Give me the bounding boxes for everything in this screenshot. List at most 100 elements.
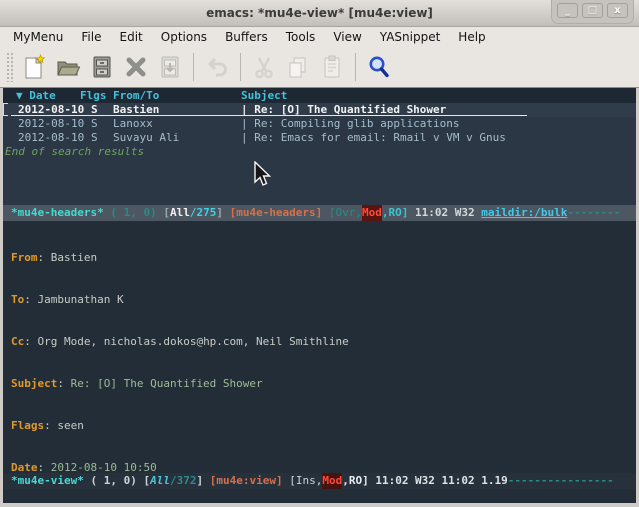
toolbar-separator (355, 53, 356, 81)
menu-item-tools[interactable]: Tools (277, 29, 325, 45)
mouse-pointer-icon (253, 161, 271, 189)
row-from: Lanoxx (113, 117, 241, 131)
modeline-position: ( 1, 0) (84, 473, 144, 489)
row-from: Bastien (113, 103, 241, 117)
copy-button (282, 51, 314, 83)
title-bar[interactable]: emacs: *mu4e-view* [mu4e:view] _ □ x (0, 0, 639, 27)
headers-column-header: ▼ Date Flgs From/To Subject (3, 88, 636, 103)
modeline-buffer-name: *mu4e-headers* (11, 205, 104, 221)
mu4e-view-window: From: Bastien To: Jambunathan K Cc: Org … (3, 221, 636, 473)
row-date: 2012-08-10 (18, 117, 91, 131)
field-cc: Cc: Org Mode, nicholas.dokos@hp.com, Nei… (11, 335, 636, 349)
row-flags: S (91, 131, 113, 145)
field-from-value: Bastien (51, 251, 97, 264)
modeline-count: /372 (170, 473, 197, 489)
modeline-filter: All (150, 473, 170, 489)
menu-item-file[interactable]: File (72, 29, 110, 45)
field-cc-value: Org Mode, nicholas.dokos@hp.com, Neil Sm… (38, 335, 349, 348)
minimize-button[interactable]: _ (557, 3, 578, 18)
menu-item-view[interactable]: View (324, 29, 370, 45)
save-as-button (154, 51, 186, 83)
emacs-window: emacs: *mu4e-view* [mu4e:view] _ □ x MyM… (0, 0, 639, 507)
cut-scissors-icon (251, 54, 277, 80)
modeline-position: ( 1, 0) (104, 205, 164, 221)
tool-bar (0, 46, 639, 88)
field-date-value: 2012-08-10 10:50 (51, 461, 157, 473)
paste-clipboard-icon (319, 54, 345, 80)
message-row-selected[interactable]: 2012-08-10 S Bastien | Re: [O] The Quant… (3, 103, 636, 117)
modeline-major-mode: [mu4e-headers] (230, 205, 323, 221)
field-flags-value: seen (57, 419, 84, 432)
field-subject: Subject: Re: [O] The Quantified Shower (11, 377, 636, 391)
window-controls: _ □ x (551, 0, 634, 24)
close-button[interactable]: x (607, 3, 628, 18)
save-icon (89, 54, 115, 80)
field-date: Date: 2012-08-10 10:50 (11, 461, 636, 473)
undo-button (201, 51, 233, 83)
open-folder-icon (55, 54, 81, 80)
menu-bar: MyMenu File Edit Options Buffers Tools V… (0, 27, 639, 46)
row-subject: | Re: [O] The Quantified Shower (241, 103, 446, 117)
window-frame-border (0, 503, 639, 507)
undo-icon (204, 54, 230, 80)
modeline-filter: All (170, 205, 190, 221)
open-file-button[interactable] (52, 51, 84, 83)
menu-item-help[interactable]: Help (449, 29, 494, 45)
toolbar-separator (240, 53, 241, 81)
end-of-search-message: End of search results (3, 145, 636, 159)
column-flags: Flgs (80, 88, 113, 103)
message-row[interactable]: 2012-08-10 S Lanoxx | Re: Compiling glib… (3, 117, 636, 131)
new-file-icon (21, 54, 47, 80)
modeline-modified-flag: Mod (322, 473, 342, 489)
field-subject-value: Re: [O] The Quantified Shower (71, 377, 263, 390)
row-date: 2012-08-10 (18, 131, 91, 145)
view-mode-line: *mu4e-view* ( 1, 0) [All/372] [mu4e:view… (3, 473, 636, 489)
menu-item-mymenu[interactable]: MyMenu (4, 29, 72, 45)
headers-mode-line: *mu4e-headers* ( 1, 0) [All/275] [mu4e-h… (3, 205, 636, 221)
row-from: Suvayu Ali (113, 131, 241, 145)
row-flags: S (91, 103, 113, 117)
menu-item-buffers[interactable]: Buffers (216, 29, 277, 45)
modeline-major-mode: [mu4e:view] (210, 473, 283, 489)
copy-icon (285, 54, 311, 80)
minibuffer-echo-area[interactable] (3, 489, 636, 503)
maximize-button[interactable]: □ (582, 3, 603, 18)
search-magnifier-icon (366, 54, 392, 80)
field-to-value: Jambunathan K (38, 293, 124, 306)
row-date: 2012-08-10 (18, 103, 91, 117)
search-button[interactable] (363, 51, 395, 83)
field-to: To: Jambunathan K (11, 293, 636, 307)
field-from: From: Bastien (11, 251, 636, 265)
delete-button[interactable] (120, 51, 152, 83)
row-flags: S (91, 117, 113, 131)
column-from-to: From/To (113, 88, 241, 103)
row-subject: | Re: Compiling glib applications (241, 117, 460, 131)
save-button[interactable] (86, 51, 118, 83)
modeline-maildir: maildir:/bulk (481, 205, 567, 221)
window-title: emacs: *mu4e-view* [mu4e:view] (0, 6, 639, 20)
column-date: Date (29, 89, 56, 102)
delete-x-icon (123, 54, 149, 80)
save-as-icon (157, 54, 183, 80)
modeline-time: 11:02 W32 11:02 1.19 (369, 473, 508, 489)
field-flags: Flags: seen (11, 419, 636, 433)
fringe-current-marker-icon (3, 103, 8, 116)
modeline-count: /275 (190, 205, 217, 221)
message-row[interactable]: 2012-08-10 S Suvayu Ali | Re: Emacs for … (3, 131, 636, 145)
modeline-time: 11:02 W32 (408, 205, 481, 221)
column-subject: Subject (241, 88, 287, 103)
menu-item-yasnippet[interactable]: YASnippet (371, 29, 450, 45)
toolbar-grip-handle[interactable] (6, 52, 14, 82)
toolbar-separator (193, 53, 194, 81)
new-file-button[interactable] (18, 51, 50, 83)
sort-arrow-icon[interactable]: ▼ (16, 89, 29, 102)
menu-item-edit[interactable]: Edit (111, 29, 152, 45)
emacs-frame-content: ▼ Date Flgs From/To Subject 2012-08-10 S… (3, 88, 636, 503)
cut-button (248, 51, 280, 83)
paste-button (316, 51, 348, 83)
modeline-buffer-name: *mu4e-view* (11, 473, 84, 489)
menu-item-options[interactable]: Options (152, 29, 216, 45)
row-subject: | Re: Emacs for email: Rmail v VM v Gnus (241, 131, 506, 145)
mu4e-headers-window: ▼ Date Flgs From/To Subject 2012-08-10 S… (3, 88, 636, 205)
modeline-modified-flag: Mod (362, 205, 382, 221)
